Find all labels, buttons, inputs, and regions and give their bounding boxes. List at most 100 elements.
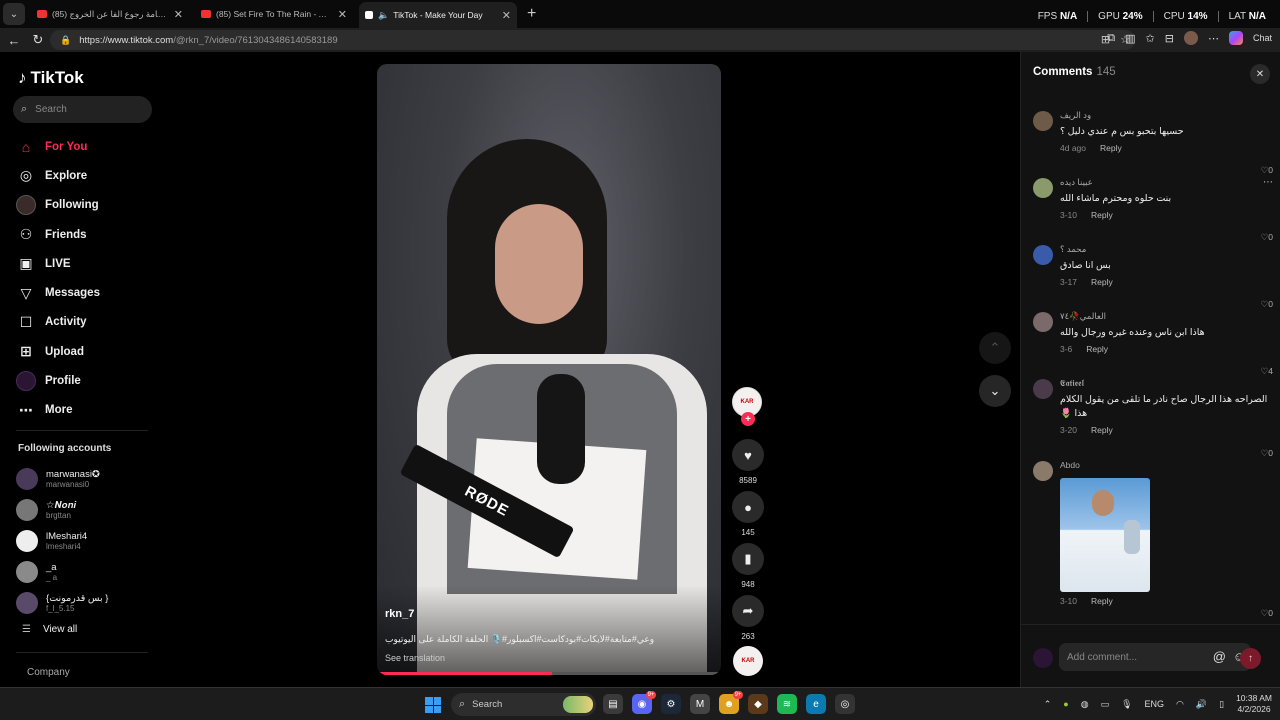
reply-button[interactable]: Reply xyxy=(1091,277,1113,287)
video-progress-bar[interactable] xyxy=(377,672,721,675)
battery-icon[interactable]: ▯ xyxy=(1219,699,1224,710)
comment-like[interactable]: ♡0 xyxy=(1261,165,1273,176)
speaker-icon[interactable]: 🔈 xyxy=(378,10,389,21)
search-input[interactable]: ⌕ Search xyxy=(13,96,152,123)
favorites-icon[interactable]: ✩ xyxy=(1146,32,1155,45)
comment-user[interactable]: ود الريف xyxy=(1060,110,1273,121)
next-video-chevron-down-icon[interactable]: ⌄ xyxy=(979,375,1011,407)
comment-like[interactable]: ♡0 xyxy=(1261,448,1273,459)
list-item[interactable]: marwanasi✪ marwanasi0 xyxy=(16,463,156,494)
reply-button[interactable]: Reply xyxy=(1091,596,1113,606)
music-disc-icon[interactable]: KAR xyxy=(733,646,763,676)
reply-button[interactable]: Reply xyxy=(1091,425,1113,435)
sidebar-item-profile[interactable]: Profile xyxy=(16,366,151,395)
tray-app-icon[interactable]: ▭ xyxy=(1101,699,1110,710)
windows-start-icon[interactable] xyxy=(425,697,441,713)
site-info-icon[interactable]: 🔒 xyxy=(60,35,71,46)
comment-like[interactable]: ♡0 xyxy=(1261,299,1273,310)
comment-user[interactable]: 𝕰𝖆𝖙𝖎𝖊𝖊𝖑 xyxy=(1060,378,1273,389)
comment-like[interactable]: ♡0 xyxy=(1261,608,1273,619)
tab-actions-menu-icon[interactable]: ⌄ xyxy=(3,3,25,25)
list-item[interactable]: _a _ a xyxy=(16,556,156,587)
browser-tab-1[interactable]: (85) بث اسامة رجوع الفا عن الخروج ... ✕ xyxy=(31,2,189,26)
settings-more-icon[interactable]: ⋯ xyxy=(1208,32,1219,45)
sidebar-item-for-you[interactable]: ⌂ For You xyxy=(16,132,151,161)
close-tab-icon[interactable]: ✕ xyxy=(338,8,347,21)
avatar[interactable] xyxy=(1033,461,1053,481)
close-tab-icon[interactable]: ✕ xyxy=(174,8,183,21)
previous-video-chevron-up-icon[interactable]: ⌃ xyxy=(979,332,1011,364)
sidebar-item-messages[interactable]: ▽ Messages xyxy=(16,278,151,307)
avatar[interactable] xyxy=(1033,111,1053,131)
sidebar-item-following[interactable]: Following xyxy=(16,191,151,220)
browser-tab-2[interactable]: (85) Set Fire To The Rain - Adele (L... … xyxy=(195,2,353,26)
view-all-link[interactable]: ☰ View all xyxy=(22,624,77,635)
chat-app-icon[interactable]: ☻ 9+ xyxy=(719,691,743,714)
send-arrow-icon[interactable]: ↑ xyxy=(1240,648,1261,669)
url-input[interactable]: 🔒 https://www.tiktok.com/@rkn_7/video/76… xyxy=(50,30,1135,50)
avatar[interactable] xyxy=(1033,245,1053,265)
like-button[interactable]: ♥ xyxy=(732,439,764,471)
file-explorer-icon[interactable]: ▤ xyxy=(603,694,623,714)
comment-image[interactable] xyxy=(1060,478,1150,592)
close-tab-icon[interactable]: ✕ xyxy=(502,9,511,22)
reply-button[interactable]: Reply xyxy=(1091,210,1113,220)
list-item[interactable]: {بس قدرمونت } f_l_5.15 xyxy=(16,587,156,618)
comment-button[interactable]: ● xyxy=(732,491,764,523)
avatar[interactable] xyxy=(1033,379,1053,399)
app-icon[interactable]: ◎ xyxy=(835,694,855,714)
reply-button[interactable]: Reply xyxy=(1086,344,1108,354)
sidebar-item-explore[interactable]: ◎ Explore xyxy=(16,161,151,190)
comment-like[interactable]: ♡4 xyxy=(1261,366,1273,377)
follow-plus-icon[interactable]: + xyxy=(741,412,755,426)
sidebar-item-live[interactable]: ▣ LIVE xyxy=(16,249,151,278)
profile-avatar[interactable] xyxy=(1183,31,1198,45)
sidebar-item-more[interactable]: ⋯ More xyxy=(16,396,151,425)
comment-input[interactable]: Add comment... @ ☺ xyxy=(1059,643,1251,671)
taskbar-search[interactable]: ⌕ Search xyxy=(451,693,596,716)
language-indicator[interactable]: ENG xyxy=(1145,699,1165,709)
video-author[interactable]: rkn_7 xyxy=(385,608,414,620)
game-launcher-icon[interactable]: M xyxy=(690,694,710,714)
back-arrow-icon[interactable]: ← xyxy=(4,30,24,50)
avatar[interactable] xyxy=(1033,178,1053,198)
clock[interactable]: 10:38 AM 4/2/2026 xyxy=(1236,693,1272,715)
copilot-icon[interactable] xyxy=(1228,31,1243,45)
reply-button[interactable]: Reply xyxy=(1100,143,1122,153)
split-screen-icon[interactable]: ▥ xyxy=(1125,32,1135,45)
creator-avatar[interactable]: KAR + xyxy=(732,387,762,426)
new-tab-button[interactable]: + xyxy=(527,5,536,23)
tiktok-logo[interactable]: ♪ TikTok xyxy=(18,68,84,88)
microphone-icon[interactable]: 🎙 xyxy=(1121,699,1132,710)
tray-app-icon[interactable]: ◍ xyxy=(1081,699,1089,710)
collections-icon[interactable]: ⊟ xyxy=(1165,32,1174,45)
browser-tab-3-active[interactable]: 🔈 TikTok - Make Your Day ✕ xyxy=(359,2,517,28)
tray-app-icon[interactable]: ● xyxy=(1063,699,1068,709)
game-icon[interactable]: ◆ xyxy=(748,694,768,714)
chevron-up-icon[interactable]: ⌃ xyxy=(1044,699,1052,710)
sidebar-item-activity[interactable]: ☐ Activity xyxy=(16,308,151,337)
comment-user[interactable]: محمد ؟ xyxy=(1060,244,1273,255)
discord-icon[interactable]: ◉ 9+ xyxy=(632,691,656,714)
avatar[interactable] xyxy=(1033,312,1053,332)
comment-like[interactable]: ♡0 xyxy=(1261,232,1273,243)
video-player[interactable]: RØDE rkn_7 وعي#متابعة#لايكات#بودكاست#اكس… xyxy=(377,64,721,675)
steam-icon[interactable]: ⚙ xyxy=(661,694,681,714)
comment-user[interactable]: العالمي🥀٧٤ xyxy=(1060,311,1273,322)
chat-label[interactable]: Chat xyxy=(1253,33,1272,43)
list-item[interactable]: lMeshari4 lmeshari4 xyxy=(16,525,156,556)
comment-user[interactable]: عبينا ديده xyxy=(1060,177,1273,188)
list-item[interactable]: ☆𝑵𝒐𝒏𝒊 brgttan xyxy=(16,494,156,525)
edge-browser-icon[interactable]: e xyxy=(806,694,826,714)
share-button[interactable]: ➦ xyxy=(732,595,764,627)
refresh-icon[interactable]: ↻ xyxy=(28,30,48,50)
sidebar-item-upload[interactable]: ⊞ Upload xyxy=(16,337,151,366)
more-options-icon[interactable]: ⋯ xyxy=(1263,177,1273,188)
see-translation-link[interactable]: See translation xyxy=(385,653,445,663)
save-button[interactable]: ▮ xyxy=(732,543,764,575)
comment-user[interactable]: Abdo xyxy=(1060,460,1273,471)
extensions-icon[interactable]: ⧉ xyxy=(1107,32,1115,45)
sidebar-item-friends[interactable]: ⚇ Friends xyxy=(16,220,151,249)
close-icon[interactable]: ✕ xyxy=(1250,64,1270,84)
company-link[interactable]: Company xyxy=(27,667,70,678)
